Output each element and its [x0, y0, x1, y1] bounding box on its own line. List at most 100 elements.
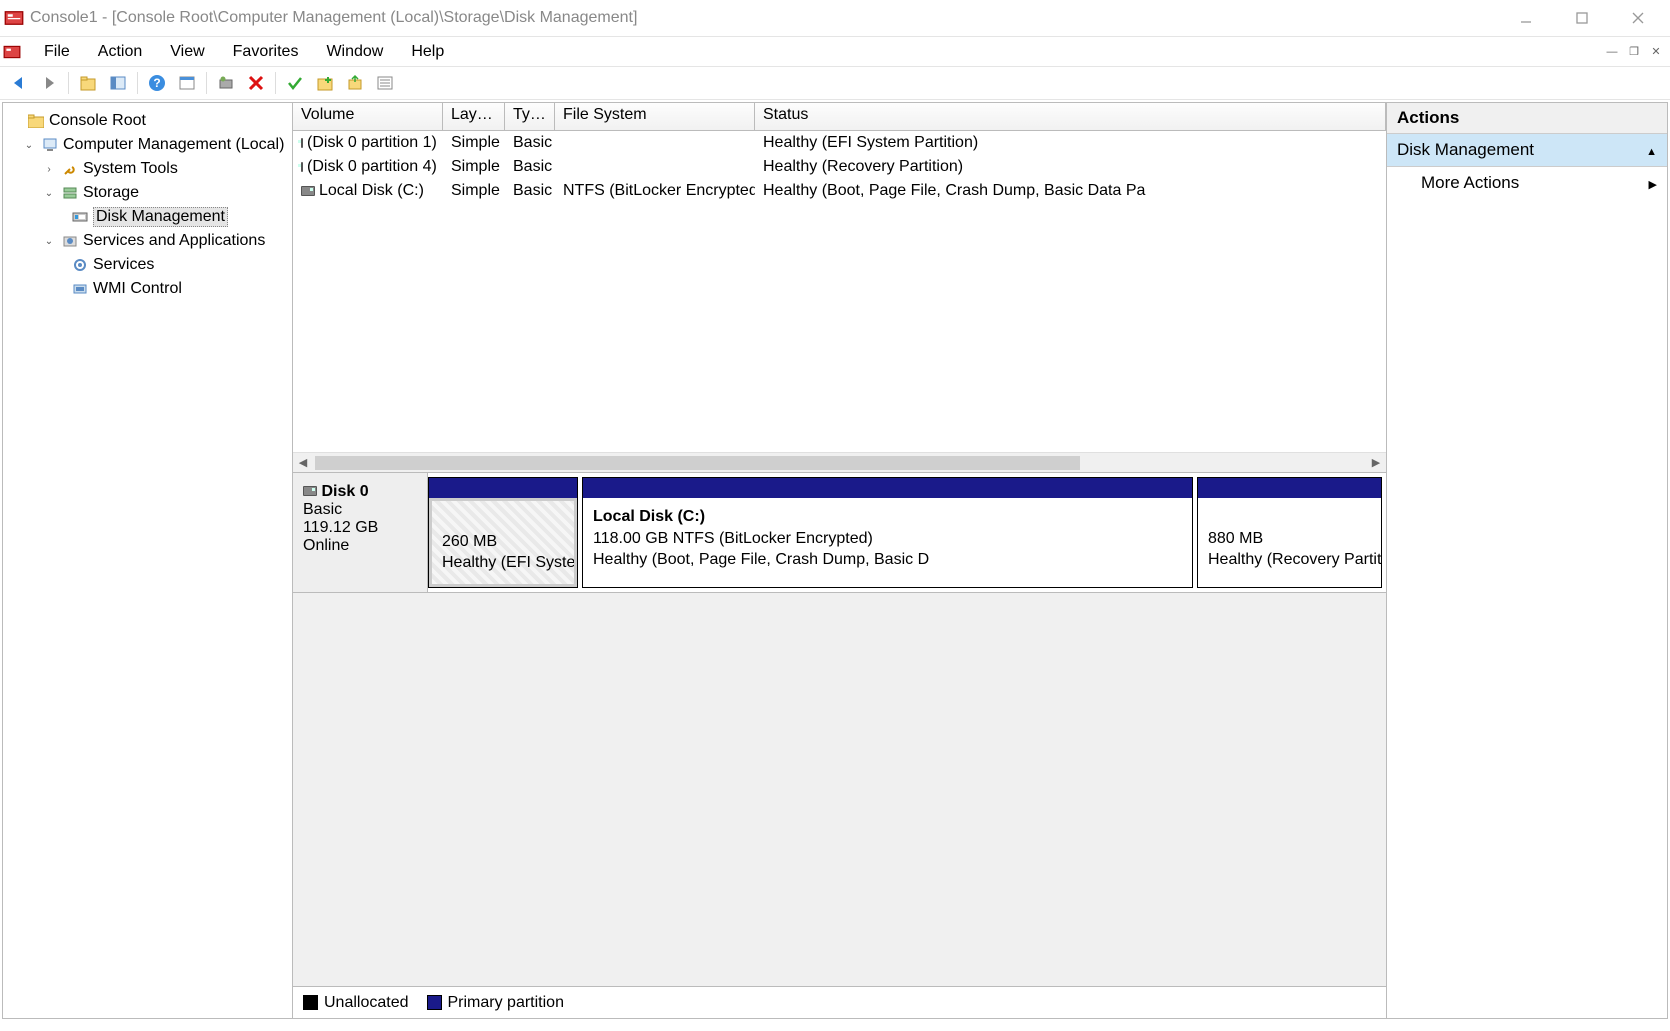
actions-more[interactable]: More Actions [1387, 167, 1667, 199]
menu-file[interactable]: File [30, 40, 84, 64]
gear-icon [71, 256, 89, 274]
expander-icon[interactable]: ⌄ [41, 236, 57, 247]
scroll-left-icon[interactable]: ◀ [293, 456, 313, 469]
tree-label: Disk Management [93, 207, 228, 227]
volume-row[interactable]: (Disk 0 partition 4) Simple Basic Health… [293, 155, 1386, 179]
disk-label[interactable]: Disk 0 Basic 119.12 GB Online [293, 473, 428, 592]
volume-status: Healthy (Recovery Partition) [755, 158, 1386, 176]
tree-computer-management[interactable]: ⌄ Computer Management (Local) [7, 133, 288, 157]
forward-button[interactable] [36, 70, 62, 96]
list-button[interactable] [372, 70, 398, 96]
expander-icon[interactable]: ⌄ [41, 188, 57, 199]
tree-label: Computer Management (Local) [63, 136, 284, 154]
volume-status: Healthy (Boot, Page File, Crash Dump, Ba… [755, 182, 1386, 200]
wmi-icon [71, 280, 89, 298]
tree-console-root[interactable]: Console Root [7, 109, 288, 133]
refresh-button[interactable] [213, 70, 239, 96]
new-folder-button[interactable] [312, 70, 338, 96]
disk-row[interactable]: Disk 0 Basic 119.12 GB Online 260 MB Hea… [293, 473, 1386, 593]
delete-button[interactable] [243, 70, 269, 96]
col-filesystem[interactable]: File System [555, 103, 755, 130]
main-area: Console Root ⌄ Computer Management (Loca… [2, 102, 1668, 1019]
volume-icon [301, 162, 303, 172]
legend-primary: Primary partition [427, 994, 564, 1012]
partition-bar [1198, 478, 1381, 498]
volume-row[interactable]: (Disk 0 partition 1) Simple Basic Health… [293, 131, 1386, 155]
tree-label: WMI Control [93, 280, 182, 298]
col-volume[interactable]: Volume [293, 103, 443, 130]
hscrollbar[interactable]: ◀ ▶ [293, 452, 1386, 472]
scroll-thumb[interactable] [315, 456, 1080, 470]
tools-icon [61, 160, 79, 178]
show-hide-tree-button[interactable] [105, 70, 131, 96]
menu-favorites[interactable]: Favorites [219, 40, 313, 64]
check-button[interactable] [282, 70, 308, 96]
actions-pane: Actions Disk Management More Actions [1387, 103, 1667, 1018]
volume-list-body[interactable]: (Disk 0 partition 1) Simple Basic Health… [293, 131, 1386, 452]
up-button[interactable] [75, 70, 101, 96]
tree-label: Services and Applications [83, 232, 265, 250]
services-apps-icon [61, 232, 79, 250]
disk-name: Disk 0 [321, 483, 368, 500]
partition[interactable]: Local Disk (C:) 118.00 GB NTFS (BitLocke… [582, 477, 1193, 588]
legend-unallocated: Unallocated [303, 994, 409, 1012]
scroll-right-icon[interactable]: ▶ [1366, 456, 1386, 469]
volume-list: Volume Layout Type File System Status (D… [293, 103, 1386, 473]
disk-icon [303, 486, 317, 496]
volume-name: (Disk 0 partition 4) [307, 158, 437, 176]
expander-icon[interactable]: › [41, 164, 57, 175]
tree-system-tools[interactable]: › System Tools [7, 157, 288, 181]
export-button[interactable] [342, 70, 368, 96]
menu-action[interactable]: Action [84, 40, 156, 64]
volume-layout: Simple [443, 134, 505, 152]
tree-pane: Console Root ⌄ Computer Management (Loca… [3, 103, 293, 1018]
partition-status: Healthy (Recovery Partitio [1208, 549, 1371, 571]
svg-text:?: ? [153, 76, 160, 90]
volume-type: Basic [505, 134, 555, 152]
volume-name: (Disk 0 partition 1) [307, 134, 437, 152]
partition-bar [583, 478, 1192, 498]
mdi-minimize-button[interactable]: — [1602, 42, 1622, 62]
folder-icon [27, 112, 45, 130]
window-title: Console1 - [Console Root\Computer Manage… [30, 9, 1498, 27]
back-button[interactable] [6, 70, 32, 96]
tree[interactable]: Console Root ⌄ Computer Management (Loca… [7, 109, 288, 301]
properties-button[interactable] [174, 70, 200, 96]
menu-window[interactable]: Window [312, 40, 397, 64]
volume-name: Local Disk (C:) [319, 182, 424, 200]
tree-storage[interactable]: ⌄ Storage [7, 181, 288, 205]
partition-size: 260 MB [442, 531, 564, 553]
menu-view[interactable]: View [156, 40, 218, 64]
col-status[interactable]: Status [755, 103, 1386, 130]
actions-header: Actions [1387, 103, 1667, 134]
maximize-button[interactable] [1554, 0, 1610, 36]
col-type[interactable]: Type [505, 103, 555, 130]
tree-services-apps[interactable]: ⌄ Services and Applications [7, 229, 288, 253]
expander-icon[interactable]: ⌄ [21, 140, 37, 151]
col-layout[interactable]: Layout [443, 103, 505, 130]
storage-icon [61, 184, 79, 202]
volume-row[interactable]: Local Disk (C:) Simple Basic NTFS (BitLo… [293, 179, 1386, 203]
mdi-controls: — ❐ ✕ [1602, 37, 1670, 66]
minimize-button[interactable] [1498, 0, 1554, 36]
tree-services[interactable]: Services [7, 253, 288, 277]
volume-type: Basic [505, 182, 555, 200]
close-button[interactable] [1610, 0, 1666, 36]
partition[interactable]: 880 MB Healthy (Recovery Partitio [1197, 477, 1382, 588]
help-button[interactable]: ? [144, 70, 170, 96]
menubar-row: File Action View Favorites Window Help —… [0, 36, 1670, 66]
disk-graphical-view: Disk 0 Basic 119.12 GB Online 260 MB Hea… [293, 473, 1386, 1018]
menu-help[interactable]: Help [397, 40, 458, 64]
actions-group[interactable]: Disk Management [1387, 134, 1667, 167]
app-icon [4, 8, 24, 28]
menubar: File Action View Favorites Window Help [24, 37, 1602, 66]
tree-wmi-control[interactable]: WMI Control [7, 277, 288, 301]
volume-list-header: Volume Layout Type File System Status [293, 103, 1386, 131]
mdi-restore-button[interactable]: ❐ [1624, 42, 1644, 62]
toolbar: ? [0, 66, 1670, 100]
partition-title: Local Disk (C:) [593, 506, 1182, 528]
partition[interactable]: 260 MB Healthy (EFI System [428, 477, 578, 588]
mdi-close-button[interactable]: ✕ [1646, 42, 1666, 62]
tree-disk-management[interactable]: Disk Management [7, 205, 288, 229]
legend: Unallocated Primary partition [293, 986, 1386, 1018]
